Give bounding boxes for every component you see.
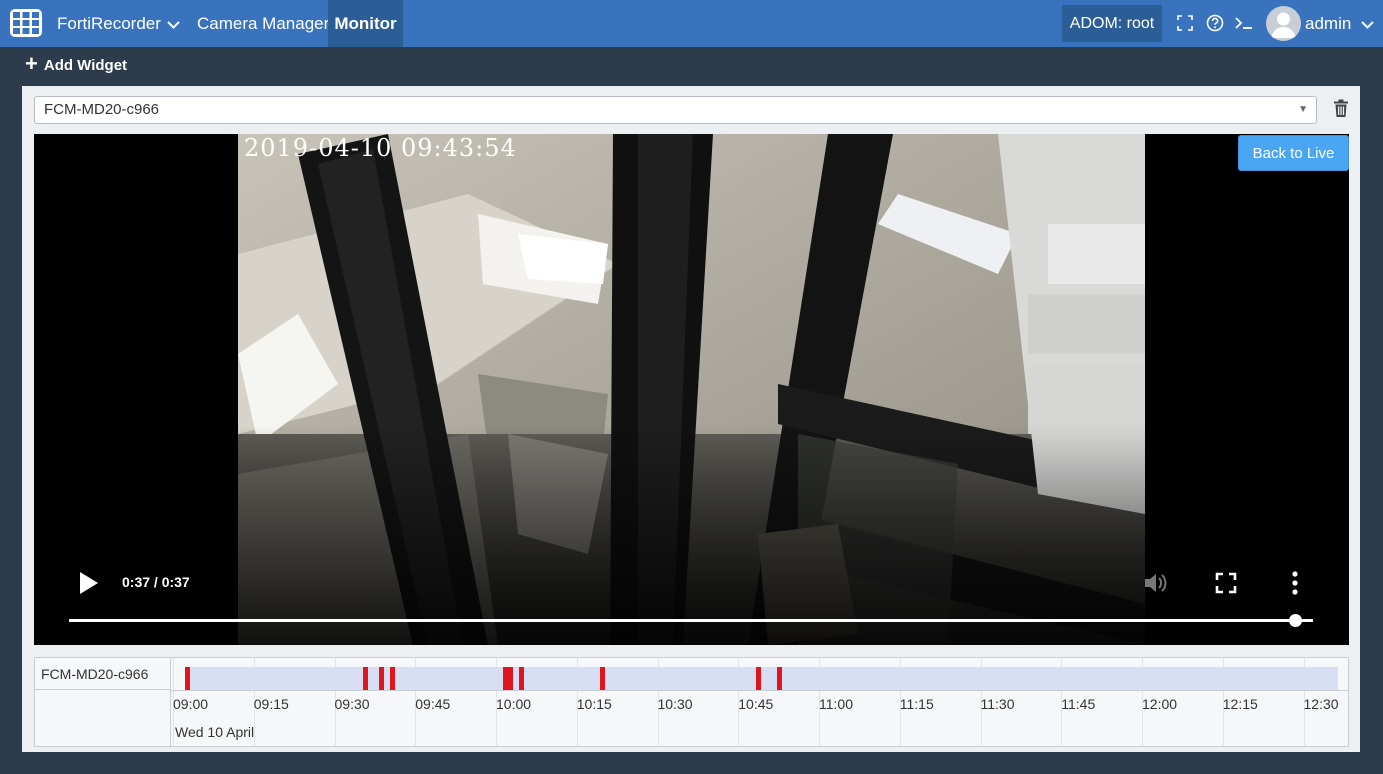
timeline-tick-label: 10:45 — [738, 696, 774, 712]
progress-knob[interactable] — [1289, 614, 1302, 627]
timeline-tick-label: 10:15 — [576, 696, 612, 712]
timeline-tick-label: 12:00 — [1142, 696, 1178, 712]
add-widget-label: Add Widget — [43, 57, 128, 74]
video-player[interactable]: 2019-04-10 09:43:54 0:37 / 0:37 — [34, 134, 1349, 645]
user-icon — [1271, 12, 1296, 38]
timeline: FCM-MD20-c966 09:00 09:15 09:30 09:45 10:00 1… — [34, 657, 1349, 747]
timeline-label-spacer — [35, 690, 171, 747]
timeline-tick-label: 09:30 — [334, 696, 370, 712]
timeline-track[interactable] — [185, 667, 1338, 690]
timeline-event-marker[interactable] — [389, 667, 395, 690]
plus-icon: + — [25, 51, 38, 76]
add-widget-button[interactable]: + Add Widget — [25, 51, 128, 76]
username: admin — [1305, 14, 1352, 33]
timeline-event-marker[interactable] — [508, 667, 513, 690]
timeline-event-marker[interactable] — [362, 667, 368, 690]
timeline-event-marker[interactable] — [755, 667, 761, 690]
back-to-live-button[interactable]: Back to Live — [1238, 135, 1349, 171]
timeline-event-marker[interactable] — [185, 667, 190, 690]
user-menu[interactable]: admin — [1305, 0, 1374, 47]
timeline-tick-label: 11:45 — [1061, 696, 1096, 712]
timeline-camera-label: FCM-MD20-c966 — [35, 658, 171, 690]
timeline-tick-label: 11:30 — [980, 696, 1015, 712]
timeline-tick-label: 09:45 — [415, 696, 451, 712]
nav-camera-manager[interactable]: Camera Manager — [197, 0, 329, 47]
timeline-event-marker[interactable] — [599, 667, 605, 690]
top-nav-bar: FortiRecorder Camera Manager Monitor ADO… — [0, 0, 1383, 47]
timeline-tick-label: 11:00 — [819, 696, 853, 712]
monitor-widget: FCM-MD20-c966 ▼ 2019-04-10 09:43:54 0:37… — [22, 86, 1360, 752]
cli-console-icon[interactable] — [1233, 12, 1255, 34]
timeline-tick-label: 10:00 — [496, 696, 532, 712]
product-menu[interactable]: FortiRecorder — [57, 0, 180, 47]
osd-timestamp: 2019-04-10 09:43:54 — [244, 134, 517, 162]
product-name: FortiRecorder — [57, 14, 161, 33]
player-time: 0:37 / 0:37 — [122, 574, 190, 590]
timeline-date: Wed 10 April — [175, 724, 255, 740]
timeline-tick-label: 12:30 — [1303, 696, 1339, 712]
timeline-tick-label: 09:15 — [253, 696, 289, 712]
nav-monitor[interactable]: Monitor — [328, 0, 403, 47]
timeline-event-marker[interactable] — [777, 667, 783, 690]
timeline-event-marker[interactable] — [518, 667, 524, 690]
trash-icon[interactable] — [1333, 99, 1349, 118]
avatar[interactable] — [1266, 6, 1301, 41]
camera-select[interactable]: FCM-MD20-c966 ▼ — [34, 96, 1317, 124]
controls-gradient — [34, 424, 1349, 645]
timeline-tick-label: 12:15 — [1222, 696, 1258, 712]
play-icon[interactable] — [80, 572, 98, 594]
progress-bar[interactable] — [69, 619, 1313, 622]
fullscreen-video-icon[interactable] — [1215, 572, 1237, 594]
timeline-event-marker[interactable] — [378, 667, 384, 690]
dropdown-arrow-icon: ▼ — [1298, 104, 1308, 115]
fortinet-logo-icon[interactable] — [10, 9, 42, 37]
chevron-down-icon — [167, 0, 180, 47]
timeline-tick-label: 09:00 — [173, 696, 209, 712]
timeline-tick-label: 11:15 — [899, 696, 934, 712]
camera-select-value: FCM-MD20-c966 — [44, 101, 160, 118]
fullscreen-icon[interactable] — [1174, 12, 1196, 34]
timeline-tick-label: 10:30 — [657, 696, 693, 712]
help-icon[interactable] — [1204, 12, 1226, 34]
more-options-icon[interactable] — [1290, 570, 1300, 596]
chevron-down-icon — [1361, 21, 1374, 29]
timeline-divider — [171, 690, 1348, 691]
adom-selector[interactable]: ADOM: root — [1062, 5, 1162, 42]
volume-icon[interactable] — [1142, 570, 1168, 596]
timeline-event-marker[interactable] — [502, 667, 508, 690]
